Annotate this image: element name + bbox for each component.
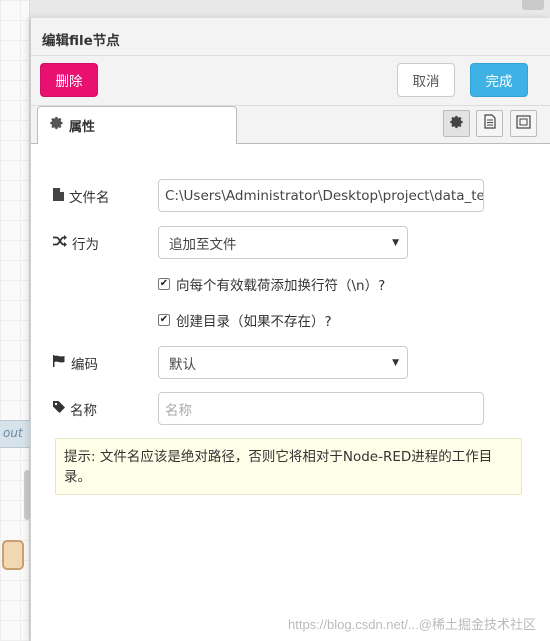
action-select-value: 追加至文件 bbox=[169, 236, 237, 253]
node-appearance-button[interactable] bbox=[510, 110, 537, 137]
hint-box: 提示: 文件名应该是绝对路径，否则它将相对于Node-RED进程的工作目录。 bbox=[55, 438, 522, 495]
action-label: 行为 bbox=[53, 233, 99, 253]
encoding-select[interactable]: 默认 ▼ bbox=[158, 346, 408, 379]
create-dir-checkbox[interactable]: ✔ bbox=[158, 314, 170, 326]
properties-form: 文件名 C:\Users\Administrator\Desktop\proje… bbox=[31, 144, 550, 641]
flow-node-label: out bbox=[3, 426, 23, 440]
tab-properties[interactable]: 属性 bbox=[37, 106, 237, 145]
frame-icon bbox=[516, 114, 531, 133]
append-newline-option[interactable]: ✔ 向每个有效载荷添加换行符（\n）? bbox=[158, 274, 385, 294]
tray-resize-handle[interactable] bbox=[522, 0, 544, 10]
node-description-button[interactable] bbox=[476, 110, 503, 137]
caret-down-icon: ▼ bbox=[392, 357, 399, 368]
action-select[interactable]: 追加至文件 ▼ bbox=[158, 226, 408, 259]
document-icon bbox=[483, 114, 497, 133]
done-button[interactable]: 完成 bbox=[470, 63, 528, 97]
gear-icon bbox=[50, 116, 64, 130]
name-input[interactable]: 名称 bbox=[158, 392, 484, 425]
node-properties-button[interactable] bbox=[443, 110, 470, 137]
flag-icon bbox=[53, 355, 66, 371]
filename-label: 文件名 bbox=[53, 186, 110, 206]
append-newline-checkbox[interactable]: ✔ bbox=[158, 278, 170, 290]
name-label: 名称 bbox=[53, 399, 97, 419]
filename-input[interactable]: C:\Users\Administrator\Desktop\project\d… bbox=[158, 179, 484, 212]
tag-icon bbox=[53, 401, 65, 417]
tray-toolbar: 删除 取消 完成 bbox=[31, 56, 550, 106]
flow-canvas[interactable]: out bbox=[0, 0, 30, 641]
tab-label: 属性 bbox=[69, 120, 96, 135]
watermark: https://blog.csdn.net/...@稀土掘金技术社区 bbox=[288, 617, 536, 632]
tab-bar: 属性 bbox=[31, 106, 550, 145]
create-dir-option[interactable]: ✔ 创建目录（如果不存在）? bbox=[158, 310, 332, 330]
caret-down-icon: ▼ bbox=[392, 237, 399, 248]
encoding-select-value: 默认 bbox=[169, 356, 196, 373]
encoding-label: 编码 bbox=[53, 353, 98, 373]
gear-icon bbox=[449, 115, 464, 133]
create-dir-label: 创建目录（如果不存在）? bbox=[176, 314, 332, 330]
shuffle-icon bbox=[53, 235, 67, 251]
header-strip bbox=[30, 0, 550, 18]
append-newline-label: 向每个有效载荷添加换行符（\n）? bbox=[176, 278, 386, 294]
edit-tray: 编辑file节点 删除 取消 完成 属性 文件名 C:\Users\Admini… bbox=[30, 18, 550, 641]
tray-title: 编辑file节点 bbox=[31, 18, 550, 56]
delete-button[interactable]: 删除 bbox=[40, 63, 98, 97]
file-icon bbox=[53, 187, 64, 205]
flow-node-stub[interactable] bbox=[2, 540, 24, 570]
cancel-button[interactable]: 取消 bbox=[397, 63, 455, 97]
